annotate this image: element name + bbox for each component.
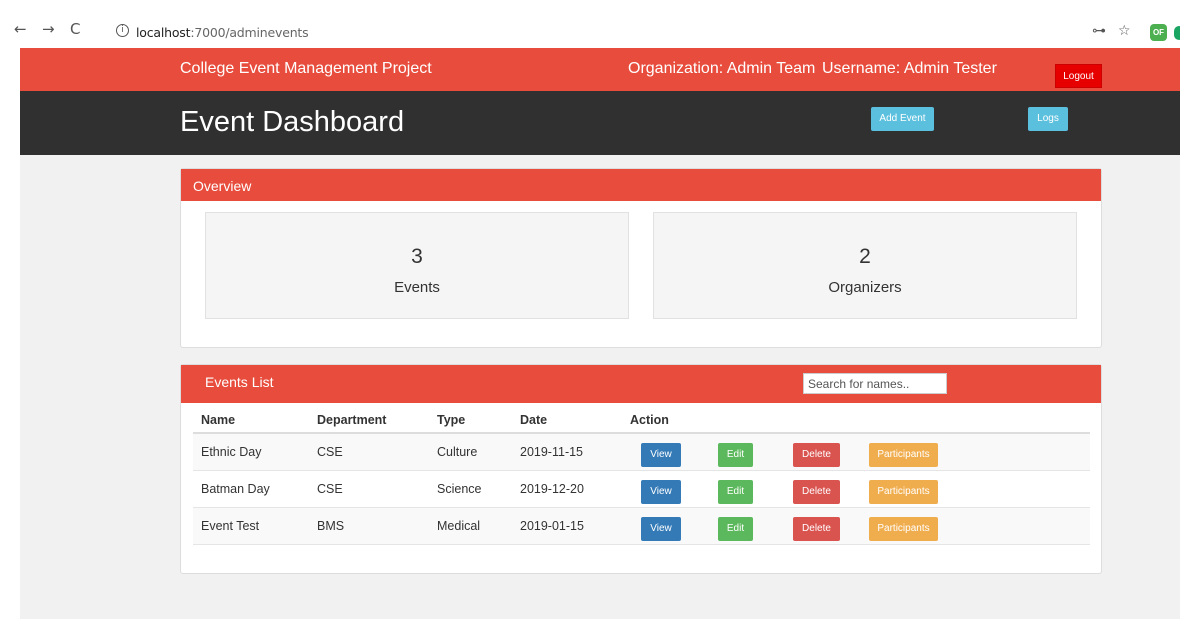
page-title: Event Dashboard bbox=[180, 106, 405, 138]
table-row: Ethnic Day CSE Culture 2019-11-15 View E… bbox=[193, 434, 1090, 471]
event-name: Batman Day bbox=[201, 482, 270, 496]
column-header-type: Type bbox=[437, 413, 466, 427]
delete-button[interactable]: Delete bbox=[793, 480, 840, 504]
event-date: 2019-11-15 bbox=[520, 445, 584, 459]
reload-icon[interactable]: C bbox=[70, 22, 80, 37]
delete-button[interactable]: Delete bbox=[793, 517, 840, 541]
overview-heading: Overview bbox=[181, 169, 1101, 201]
browser-toolbar: ← → C i localhost:7000/adminevents ⊶ ☆ O… bbox=[0, 0, 1180, 48]
page-viewport: College Event Management Project Organiz… bbox=[20, 48, 1180, 619]
events-list-header: Events List bbox=[181, 365, 1101, 403]
participants-button[interactable]: Participants bbox=[869, 517, 938, 541]
organization-label: Organization: Admin Team bbox=[628, 60, 816, 77]
url-path: :7000/adminevents bbox=[190, 25, 309, 40]
back-arrow-icon[interactable]: ← bbox=[14, 22, 27, 37]
view-button[interactable]: View bbox=[641, 517, 681, 541]
add-event-button[interactable]: Add Event bbox=[871, 107, 934, 131]
edit-button[interactable]: Edit bbox=[718, 517, 753, 541]
organizers-label: Organizers bbox=[828, 279, 902, 296]
address-bar[interactable]: i localhost:7000/adminevents bbox=[108, 22, 1168, 44]
url-host: localhost bbox=[136, 25, 191, 40]
stat-card-events: 3 Events bbox=[205, 212, 629, 319]
key-icon[interactable]: ⊶ bbox=[1092, 24, 1106, 38]
overview-panel: Overview 3 Events 2 Organizers bbox=[180, 168, 1102, 348]
view-button[interactable]: View bbox=[641, 443, 681, 467]
star-icon[interactable]: ☆ bbox=[1118, 24, 1131, 38]
event-name: Ethnic Day bbox=[201, 445, 262, 459]
event-type: Science bbox=[437, 482, 482, 496]
info-icon[interactable]: i bbox=[116, 24, 129, 37]
username-label: Username: Admin Tester bbox=[822, 60, 997, 77]
events-list-heading: Events List bbox=[205, 374, 274, 390]
delete-button[interactable]: Delete bbox=[793, 443, 840, 467]
column-header-department: Department bbox=[317, 413, 387, 427]
view-button[interactable]: View bbox=[641, 480, 681, 504]
events-list-panel: Events List Name Department Type Date Ac… bbox=[180, 364, 1102, 574]
page-header: Event Dashboard Add Event Logs bbox=[20, 91, 1180, 155]
table-row: Batman Day CSE Science 2019-12-20 View E… bbox=[193, 471, 1090, 508]
event-type: Medical bbox=[437, 519, 481, 533]
event-department: CSE bbox=[317, 482, 343, 496]
event-department: CSE bbox=[317, 445, 343, 459]
edit-button[interactable]: Edit bbox=[718, 480, 753, 504]
column-header-name: Name bbox=[201, 413, 236, 427]
event-name: Event Test bbox=[201, 519, 260, 533]
logout-button[interactable]: Logout bbox=[1055, 64, 1102, 88]
column-header-action: Action bbox=[630, 413, 669, 427]
participants-button[interactable]: Participants bbox=[869, 480, 938, 504]
event-date: 2019-12-20 bbox=[520, 482, 584, 496]
event-type: Culture bbox=[437, 445, 478, 459]
table-row: Event Test BMS Medical 2019-01-15 View E… bbox=[193, 508, 1090, 545]
logs-button[interactable]: Logs bbox=[1028, 107, 1068, 131]
participants-button[interactable]: Participants bbox=[869, 443, 938, 467]
events-label: Events bbox=[394, 279, 440, 296]
event-date: 2019-01-15 bbox=[520, 519, 584, 533]
forward-arrow-icon[interactable]: → bbox=[42, 22, 55, 37]
events-count: 3 bbox=[411, 245, 423, 268]
profile-icon[interactable] bbox=[1174, 26, 1180, 40]
column-header-date: Date bbox=[520, 413, 548, 427]
url-text[interactable]: localhost:7000/adminevents bbox=[136, 25, 309, 40]
organizers-count: 2 bbox=[859, 245, 871, 268]
search-input[interactable] bbox=[803, 373, 947, 394]
edit-button[interactable]: Edit bbox=[718, 443, 753, 467]
extension-icon[interactable]: OF bbox=[1150, 24, 1167, 41]
event-department: BMS bbox=[317, 519, 345, 533]
top-navbar: College Event Management Project Organiz… bbox=[20, 48, 1180, 91]
stat-card-organizers: 2 Organizers bbox=[653, 212, 1077, 319]
brand-title[interactable]: College Event Management Project bbox=[180, 60, 432, 78]
